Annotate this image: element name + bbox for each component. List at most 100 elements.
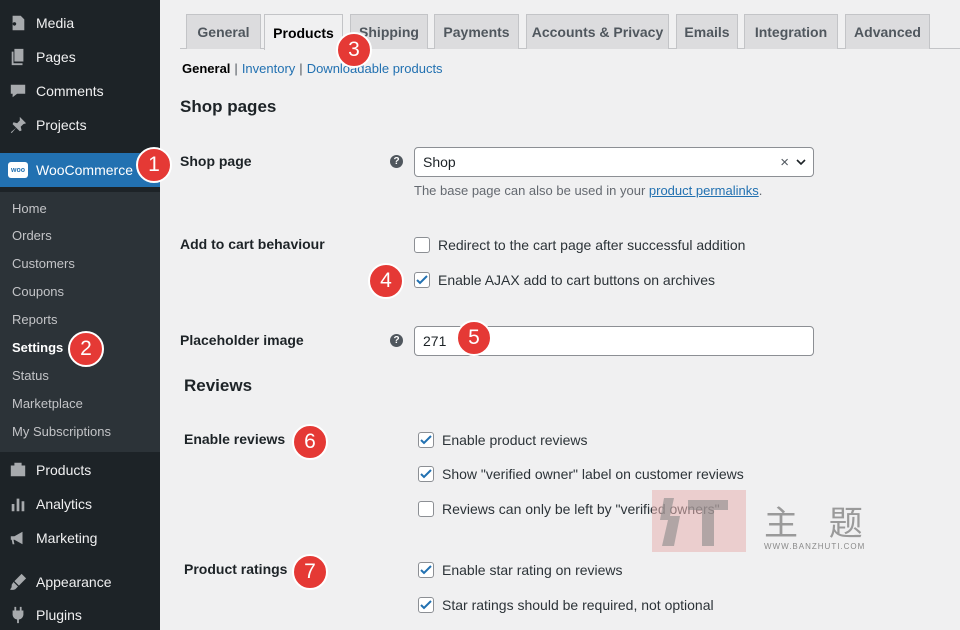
enable-reviews-label: Enable reviews <box>184 431 286 447</box>
submenu-marketplace[interactable]: Marketplace <box>12 396 83 411</box>
plugin-icon <box>0 606 36 624</box>
checkmark-icon <box>420 565 432 575</box>
menu-label: WooCommerce <box>36 162 133 178</box>
section-sublinks: General | Inventory | Downloadable produ… <box>182 61 443 76</box>
menu-item-analytics[interactable]: Analytics <box>0 487 160 521</box>
submenu-settings[interactable]: Settings <box>12 340 63 355</box>
analytics-icon <box>0 495 36 513</box>
tab-general[interactable]: General <box>186 14 261 49</box>
menu-item-comments[interactable]: Comments <box>0 74 160 108</box>
menu-item-products[interactable]: Products <box>0 453 160 487</box>
annotation-badge-7: 7 <box>292 554 328 590</box>
ajax-add-to-cart-checkbox[interactable]: Enable AJAX add to cart buttons on archi… <box>414 272 715 288</box>
menu-item-plugins[interactable]: Plugins <box>0 598 160 630</box>
menu-label: Projects <box>36 117 87 133</box>
tab-advanced[interactable]: Advanced <box>845 14 930 49</box>
brush-icon <box>0 573 36 591</box>
help-icon[interactable]: ? <box>390 334 403 347</box>
submenu-status[interactable]: Status <box>12 368 49 383</box>
sublink-downloadable-products[interactable]: Downloadable products <box>307 61 443 76</box>
checkbox[interactable] <box>414 237 430 253</box>
chevron-down-icon <box>796 159 806 166</box>
clear-icon[interactable]: × <box>780 154 789 171</box>
checkmark-icon <box>416 275 428 285</box>
woocommerce-submenu: Home Orders Customers Coupons Reports Se… <box>0 192 160 452</box>
checkbox[interactable] <box>418 562 434 578</box>
submenu-coupons[interactable]: Coupons <box>12 284 64 299</box>
star-rating-required-checkbox[interactable]: Star ratings should be required, not opt… <box>418 597 714 613</box>
watermark-logo: 主 题 WWW.BANZHUTI.COM <box>648 486 878 558</box>
checkbox-label: Redirect to the cart page after successf… <box>438 237 746 253</box>
checkbox[interactable] <box>418 597 434 613</box>
tab-payments[interactable]: Payments <box>434 14 519 49</box>
watermark-url: WWW.BANZHUTI.COM <box>764 542 866 551</box>
pin-icon <box>0 116 36 134</box>
submenu-reports[interactable]: Reports <box>12 312 58 327</box>
sublink-separator: | <box>234 61 238 76</box>
checkbox-label: Star ratings should be required, not opt… <box>442 597 714 613</box>
menu-item-pages[interactable]: Pages <box>0 40 160 74</box>
placeholder-image-label: Placeholder image <box>180 332 304 348</box>
desc-text: . <box>758 183 763 198</box>
redirect-cart-checkbox[interactable]: Redirect to the cart page after successf… <box>414 237 745 253</box>
shop-page-description: The base page can also be used in your p… <box>414 183 762 198</box>
checkbox-label: Show "verified owner" label on customer … <box>442 466 744 482</box>
checkbox[interactable] <box>414 272 430 288</box>
annotation-badge-1: 1 <box>136 147 172 183</box>
tab-emails[interactable]: Emails <box>676 14 738 49</box>
checkbox-label: Enable product reviews <box>442 432 588 448</box>
verified-owner-label-checkbox[interactable]: Show "verified owner" label on customer … <box>418 466 744 482</box>
shop-pages-heading: Shop pages <box>180 97 277 116</box>
checkbox[interactable] <box>418 432 434 448</box>
checkbox-label: Enable AJAX add to cart buttons on archi… <box>438 272 716 288</box>
menu-label: Comments <box>36 83 104 99</box>
checkmark-icon <box>420 600 432 610</box>
admin-sidebar: Media Pages Comments Projects woo WooCom… <box>0 0 160 630</box>
annotation-badge-6: 6 <box>292 424 328 460</box>
menu-label: Plugins <box>36 607 82 623</box>
pages-icon <box>0 48 36 66</box>
megaphone-icon <box>0 529 36 547</box>
shop-page-select[interactable]: Shop × <box>414 147 814 177</box>
checkbox[interactable] <box>418 466 434 482</box>
submenu-my-subscriptions[interactable]: My Subscriptions <box>12 424 111 439</box>
menu-item-appearance[interactable]: Appearance <box>0 565 160 599</box>
reviews-heading: Reviews <box>184 376 253 395</box>
menu-item-projects[interactable]: Projects <box>0 108 160 142</box>
watermark-text: 主 题 <box>764 504 873 544</box>
tab-products[interactable]: Products <box>264 14 343 50</box>
help-icon[interactable]: ? <box>390 155 403 168</box>
product-permalinks-link[interactable]: product permalinks <box>649 183 759 198</box>
sublink-inventory[interactable]: Inventory <box>242 61 295 76</box>
submenu-orders[interactable]: Orders <box>12 228 52 243</box>
woocommerce-icon: woo <box>0 162 36 178</box>
tab-accounts-privacy[interactable]: Accounts & Privacy <box>526 14 669 49</box>
submenu-home[interactable]: Home <box>12 201 47 216</box>
woo-logo: woo <box>8 162 28 178</box>
menu-label: Products <box>36 462 92 478</box>
sublink-general: General <box>182 61 231 76</box>
annotation-badge-5: 5 <box>456 320 492 356</box>
submenu-customers[interactable]: Customers <box>12 256 75 271</box>
settings-tab-bar: General Products Shipping Payments Accou… <box>180 0 960 50</box>
checkbox[interactable] <box>418 501 434 517</box>
tab-integration[interactable]: Integration <box>744 14 838 49</box>
comments-icon <box>0 82 36 100</box>
menu-label: Media <box>36 15 75 31</box>
media-icon <box>0 14 36 32</box>
menu-item-marketing[interactable]: Marketing <box>0 521 160 555</box>
menu-label: Pages <box>36 49 76 65</box>
add-to-cart-label: Add to cart behaviour <box>180 236 325 252</box>
sublink-separator: | <box>299 61 303 76</box>
shop-page-label: Shop page <box>180 153 252 169</box>
product-ratings-label: Product ratings <box>184 561 288 577</box>
menu-item-media[interactable]: Media <box>0 6 160 40</box>
checkmark-icon <box>420 469 432 479</box>
checkmark-icon <box>420 435 432 445</box>
products-icon <box>0 461 36 479</box>
menu-label: Appearance <box>36 574 112 590</box>
enable-product-reviews-checkbox[interactable]: Enable product reviews <box>418 432 588 448</box>
shop-page-value: Shop <box>423 154 456 170</box>
annotation-badge-2: 2 <box>68 331 104 367</box>
enable-star-rating-checkbox[interactable]: Enable star rating on reviews <box>418 562 623 578</box>
